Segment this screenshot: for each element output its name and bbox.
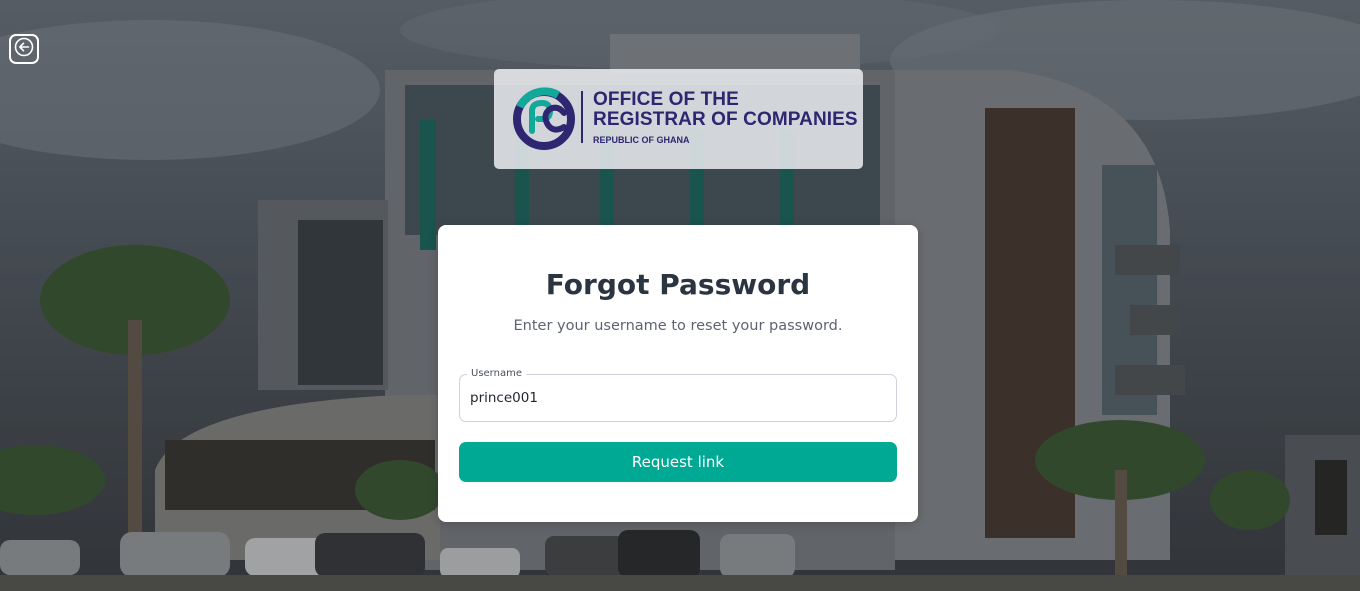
page-subtitle: Enter your username to reset your passwo… <box>513 318 843 334</box>
username-input[interactable] <box>470 387 880 409</box>
orc-logo-icon <box>513 87 575 150</box>
username-field[interactable]: Username <box>459 368 897 422</box>
username-label: Username <box>467 368 526 380</box>
logo-title-line2: REGISTRAR OF COMPANIES <box>593 109 858 130</box>
page: OFFICE OF THE REGISTRAR OF COMPANIES REP… <box>0 0 1360 591</box>
logo-subtitle: REPUBLIC OF GHANA <box>593 135 690 145</box>
arrow-left-icon <box>14 37 34 61</box>
logo-title-line1: OFFICE OF THE <box>593 89 739 110</box>
request-link-button[interactable]: Request link <box>459 442 897 482</box>
forgot-password-card: Forgot Password Enter your username to r… <box>438 225 918 522</box>
back-button[interactable] <box>9 34 39 64</box>
page-title: Forgot Password <box>545 268 811 301</box>
logo-divider <box>581 91 583 143</box>
logo-banner: OFFICE OF THE REGISTRAR OF COMPANIES REP… <box>494 69 863 169</box>
